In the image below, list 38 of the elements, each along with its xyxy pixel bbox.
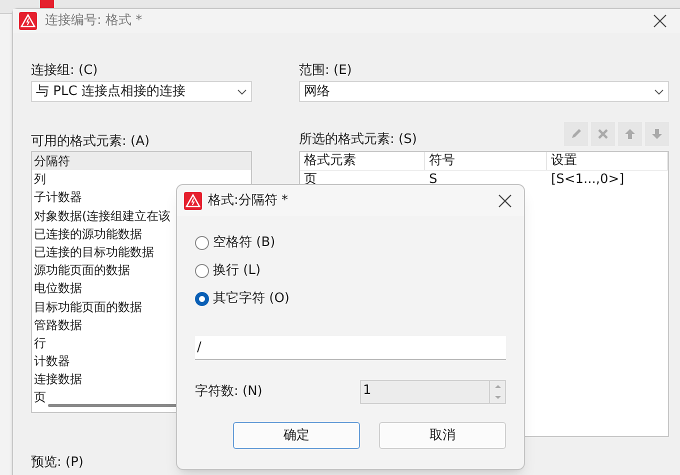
table-cell-text: S: [428, 171, 438, 189]
connection-group-dropdown[interactable]: 与 PLC 连接点相接的连接: [31, 81, 252, 102]
count-spinbox[interactable]: 1: [360, 380, 506, 404]
edit-icon: [570, 128, 582, 140]
list-label: 所选的格式元素: (S): [299, 130, 417, 148]
column-header[interactable]: 符号: [425, 152, 547, 170]
radio-button[interactable]: [195, 236, 209, 250]
chevron-down-icon: [654, 88, 664, 94]
radio-button[interactable]: [195, 292, 209, 306]
radio-button[interactable]: [195, 264, 209, 278]
window-title: 连接编号: 格式 *: [45, 12, 144, 30]
field-label: 连接组: (C): [31, 62, 99, 80]
arrow-down-icon: [651, 128, 663, 140]
cancel-button[interactable]: 取消: [379, 422, 506, 449]
toolbar-button[interactable]: [591, 122, 615, 146]
column-header[interactable]: 设置: [547, 152, 668, 170]
column-header[interactable]: 格式元素: [300, 152, 425, 170]
toolbar-button[interactable]: [618, 122, 642, 146]
arrow-up-icon: [624, 128, 636, 140]
list-item[interactable]: 列: [32, 170, 251, 188]
app-icon: [40, 0, 54, 8]
chevron-down-icon: [237, 88, 247, 94]
list-label: 可用的格式元素: (A): [31, 133, 151, 151]
delete-icon: [597, 128, 609, 140]
table-cell-text: 页: [303, 171, 318, 189]
app-logo-icon: [184, 192, 202, 210]
list-item[interactable]: 分隔符: [32, 152, 251, 170]
toolbar-button[interactable]: [564, 122, 588, 146]
table-cell-text: [S<1...,0>]: [550, 171, 626, 189]
close-icon[interactable]: [653, 14, 667, 28]
toolbar-button[interactable]: [645, 122, 669, 146]
app-logo-icon: [19, 12, 37, 30]
scope-dropdown[interactable]: 网络: [299, 81, 669, 102]
character-input[interactable]: /: [195, 336, 506, 360]
field-label: 范围: (E): [299, 62, 353, 80]
close-icon[interactable]: [498, 194, 512, 208]
ok-button[interactable]: 确定: [233, 422, 360, 449]
preview-label: 预览: (P): [31, 454, 84, 472]
